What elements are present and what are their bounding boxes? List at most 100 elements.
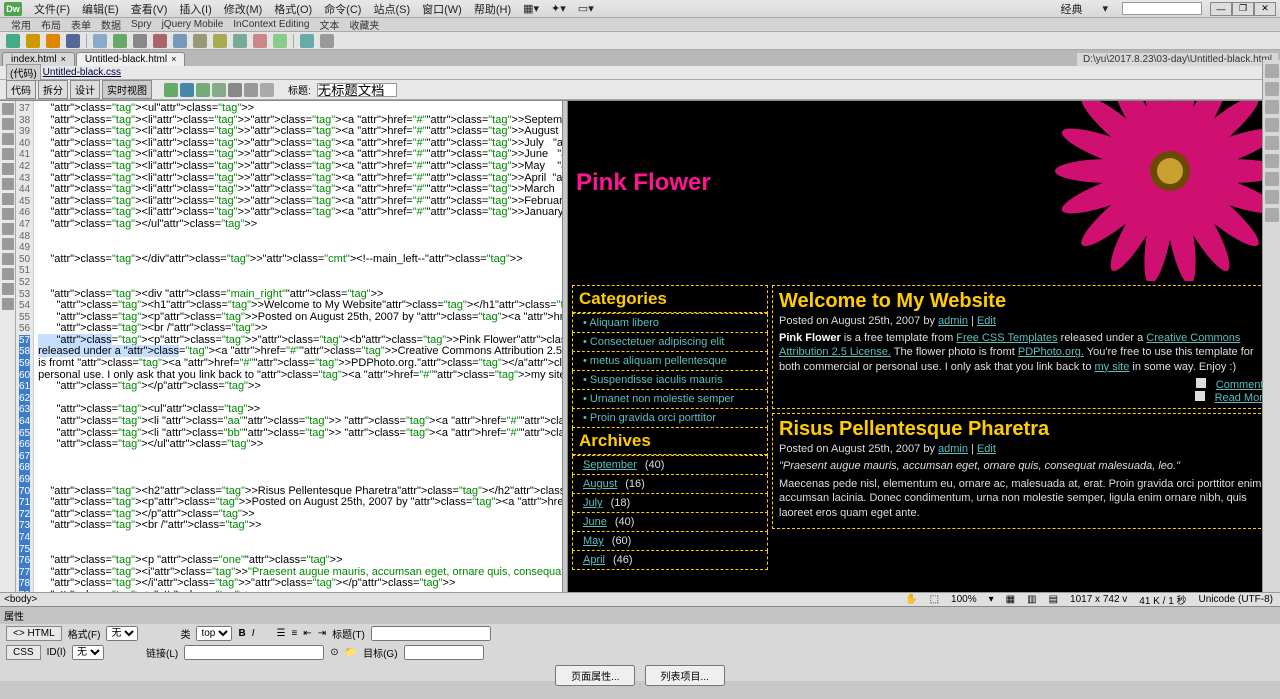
- category-item[interactable]: Aliquam libero: [572, 314, 768, 333]
- view-design[interactable]: 设计: [70, 80, 100, 99]
- script-icon[interactable]: [253, 34, 267, 48]
- panel-icon[interactable]: [1265, 82, 1279, 96]
- tag-selector[interactable]: <body>: [4, 594, 37, 605]
- tb2-data[interactable]: 数据: [101, 17, 121, 32]
- category-item[interactable]: Urnanet non molestie semper: [572, 390, 768, 409]
- table-icon[interactable]: [66, 34, 80, 48]
- category-item[interactable]: Consectetuer adipiscing elit: [572, 333, 768, 352]
- tool-icon[interactable]: [2, 238, 14, 250]
- panel-icon[interactable]: [1265, 208, 1279, 222]
- view-icon[interactable]: ▥: [1024, 594, 1039, 605]
- tool-icon[interactable]: [2, 118, 14, 130]
- hand-icon[interactable]: ✋: [902, 594, 920, 605]
- archive-item[interactable]: September(40): [572, 456, 768, 475]
- tool-icon[interactable]: [2, 178, 14, 190]
- link-input[interactable]: [184, 645, 324, 660]
- date-icon[interactable]: [173, 34, 187, 48]
- code-content[interactable]: "attr">class="tag"><ul"attr">class="tag"…: [34, 101, 562, 592]
- link[interactable]: Free CSS Templates: [956, 332, 1057, 344]
- select-icon[interactable]: ⬚: [927, 594, 942, 605]
- archive-item[interactable]: June(40): [572, 513, 768, 532]
- tb2-common[interactable]: 常用: [11, 17, 31, 32]
- menu-help[interactable]: 帮助(H): [474, 1, 511, 17]
- category-item[interactable]: Suspendisse iaculis mauris: [572, 371, 768, 390]
- title-input[interactable]: [371, 626, 491, 641]
- layout-dropdown-icon[interactable]: ▾: [1102, 2, 1108, 15]
- tool-icon[interactable]: [2, 283, 14, 295]
- tool-icon[interactable]: [2, 193, 14, 205]
- category-item[interactable]: metus aliquam pellentesque: [572, 352, 768, 371]
- search-input[interactable]: [1122, 2, 1202, 15]
- refresh-icon[interactable]: [196, 83, 210, 97]
- panel-icon[interactable]: [1265, 154, 1279, 168]
- admin-link[interactable]: admin: [938, 443, 968, 455]
- view-live[interactable]: 实时视图: [102, 80, 152, 99]
- menu-insert[interactable]: 插入(I): [179, 1, 211, 17]
- link[interactable]: my site: [1095, 361, 1130, 373]
- panel-icon[interactable]: [1265, 100, 1279, 114]
- zoom-value[interactable]: 100%: [948, 594, 980, 605]
- tool-icon[interactable]: [2, 163, 14, 175]
- link[interactable]: PDPhoto.org.: [1018, 346, 1084, 358]
- view-icon[interactable]: ▦: [1003, 594, 1018, 605]
- menu-modify[interactable]: 修改(M): [224, 1, 263, 17]
- panel-icon[interactable]: [1265, 136, 1279, 150]
- menu-window[interactable]: 窗口(W): [422, 1, 462, 17]
- indent-icon[interactable]: ⇥: [318, 628, 326, 639]
- list-item-button[interactable]: 列表项目...: [645, 665, 725, 686]
- archive-item[interactable]: July(18): [572, 494, 768, 513]
- address-icon[interactable]: [244, 83, 258, 97]
- inspect-icon[interactable]: [180, 83, 194, 97]
- close-icon[interactable]: ×: [61, 54, 66, 64]
- properties-header[interactable]: 属性: [0, 607, 1280, 624]
- archive-item[interactable]: April(46): [572, 551, 768, 570]
- restore-button[interactable]: ❐: [1232, 2, 1254, 16]
- target-input[interactable]: [404, 645, 484, 660]
- menu-edit[interactable]: 编辑(E): [82, 1, 119, 17]
- title-input[interactable]: [317, 83, 397, 97]
- tool-icon[interactable]: [2, 298, 14, 310]
- folder-icon[interactable]: 📁: [345, 647, 357, 658]
- outdent-icon[interactable]: ⇤: [303, 628, 311, 639]
- tb2-fav[interactable]: 收藏夹: [349, 17, 379, 32]
- view-split[interactable]: 拆分: [38, 80, 68, 99]
- head-icon[interactable]: [233, 34, 247, 48]
- panel-icon[interactable]: [1265, 190, 1279, 204]
- edit-link[interactable]: Edit: [977, 443, 996, 455]
- comment-icon[interactable]: [213, 34, 227, 48]
- image-icon[interactable]: [113, 34, 127, 48]
- minimize-button[interactable]: —: [1210, 2, 1232, 16]
- class-select[interactable]: top: [196, 626, 232, 641]
- close-button[interactable]: ✕: [1254, 2, 1276, 16]
- html-tab[interactable]: <> HTML: [6, 626, 62, 641]
- tab-untitled[interactable]: Untitled-black.html×: [76, 52, 186, 66]
- code-editor[interactable]: 3738394041424344454647484950515253545556…: [16, 101, 562, 592]
- ol-icon[interactable]: ≡: [291, 628, 297, 639]
- readmore-link[interactable]: Read More: [1215, 392, 1269, 404]
- tool-icon[interactable]: [2, 208, 14, 220]
- tool-icon[interactable]: [2, 268, 14, 280]
- menu-commands[interactable]: 命令(C): [324, 1, 361, 17]
- media-icon[interactable]: [133, 34, 147, 48]
- settings-icon[interactable]: ✦▾: [551, 2, 566, 15]
- close-icon[interactable]: ×: [171, 54, 176, 64]
- reload-icon[interactable]: [260, 83, 274, 97]
- tool-icon[interactable]: [2, 253, 14, 265]
- tool-icon[interactable]: [2, 148, 14, 160]
- bold-button[interactable]: B: [238, 628, 245, 639]
- tb2-incontext[interactable]: InContext Editing: [233, 19, 309, 30]
- css-tab[interactable]: CSS: [6, 645, 41, 660]
- hyperlink-icon[interactable]: [6, 34, 20, 48]
- admin-link[interactable]: admin: [938, 315, 968, 327]
- layout-label[interactable]: 经典: [1060, 1, 1082, 17]
- panel-icon[interactable]: [1265, 64, 1279, 78]
- source-chip[interactable]: (代码): [6, 64, 41, 81]
- menu-site[interactable]: 站点(S): [373, 1, 410, 17]
- server-icon[interactable]: [193, 34, 207, 48]
- anchor-icon[interactable]: [46, 34, 60, 48]
- layout-icon[interactable]: ▦▾: [523, 2, 539, 15]
- link-icon[interactable]: ⊙: [330, 647, 338, 658]
- id-select[interactable]: 无: [72, 645, 104, 660]
- view-icon[interactable]: ▤: [1046, 594, 1061, 605]
- view-code[interactable]: 代码: [6, 80, 36, 99]
